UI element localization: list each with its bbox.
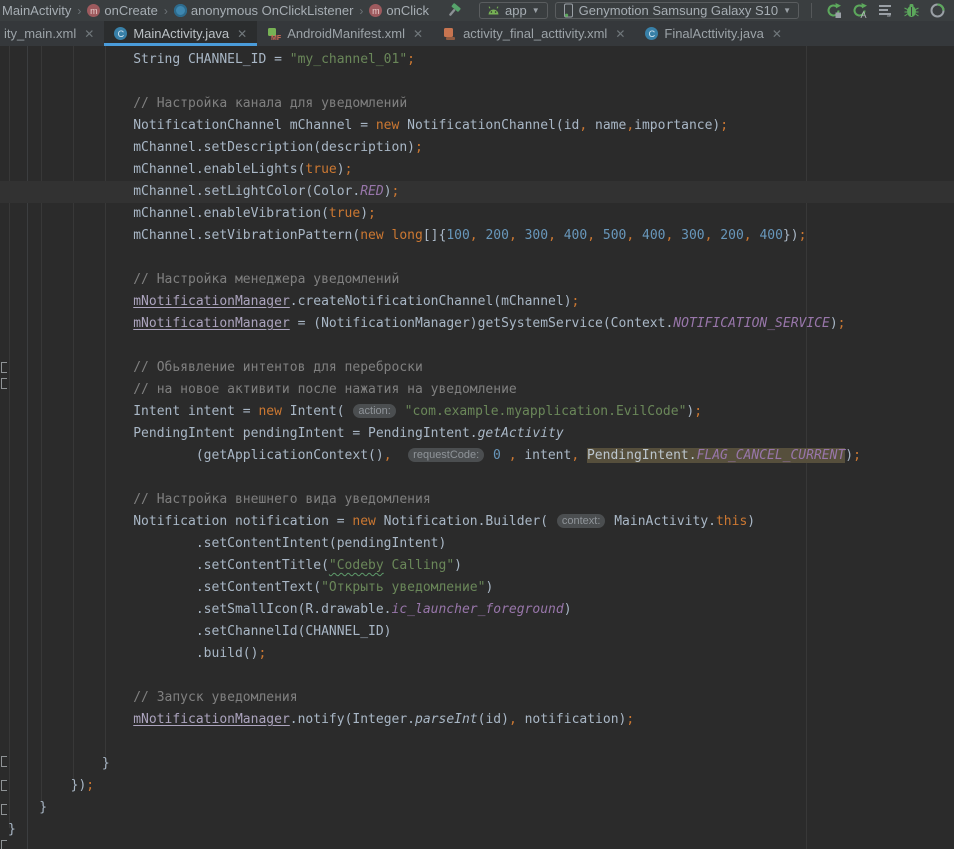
code-line: mNotificationManager.createNotificationC… bbox=[0, 291, 954, 313]
breadcrumb-item-oncreate[interactable]: m onCreate bbox=[85, 3, 159, 18]
breadcrumb-label: onCreate bbox=[104, 3, 157, 18]
build-hammer-icon[interactable] bbox=[445, 2, 463, 20]
code-line bbox=[0, 71, 954, 93]
breadcrumb-separator-icon: › bbox=[164, 4, 168, 18]
code-line: .setContentText("Открыть уведомление") bbox=[0, 577, 954, 599]
chevron-down-icon: ▼ bbox=[532, 6, 540, 15]
code-line bbox=[0, 247, 954, 269]
code-line: Notification notification = new Notifica… bbox=[0, 511, 954, 533]
breadcrumb-separator-icon: › bbox=[77, 4, 81, 18]
code-line: .build(); bbox=[0, 643, 954, 665]
profiler-icon[interactable] bbox=[928, 2, 946, 20]
code-line bbox=[0, 731, 954, 753]
apply-changes-icon[interactable] bbox=[824, 2, 842, 20]
tab-label: AndroidManifest.xml bbox=[287, 26, 405, 41]
layout-xml-file-icon bbox=[443, 27, 457, 41]
module-selector[interactable]: app ▼ bbox=[479, 2, 548, 19]
code-line: String CHANNEL_ID = "my_channel_01"; bbox=[0, 49, 954, 71]
tab-finalacttivity-java[interactable]: C FinalActtivity.java ✕ bbox=[635, 21, 792, 46]
tab-label: MainActivity.java bbox=[133, 26, 229, 41]
tab-androidmanifest-xml[interactable]: MF AndroidManifest.xml ✕ bbox=[257, 21, 433, 46]
breadcrumb-label: onClick bbox=[386, 3, 429, 18]
breadcrumb-item-anonymous-class[interactable]: anonymous OnClickListener bbox=[172, 3, 356, 18]
code-line: mChannel.enableLights(true); bbox=[0, 159, 954, 181]
debug-icon[interactable] bbox=[902, 2, 920, 20]
close-icon[interactable]: ✕ bbox=[237, 27, 247, 41]
code-line bbox=[0, 665, 954, 687]
code-line: } bbox=[0, 753, 954, 775]
breadcrumb-label: anonymous OnClickListener bbox=[191, 3, 354, 18]
code-line: Intent intent = new Intent( action: "com… bbox=[0, 401, 954, 423]
svg-text:A: A bbox=[860, 10, 866, 19]
breadcrumb-label: MainActivity bbox=[2, 3, 71, 18]
breadcrumb-item-onclick[interactable]: m onClick bbox=[367, 3, 431, 18]
main-toolbar: MainActivity › m onCreate › anonymous On… bbox=[0, 0, 954, 21]
svg-text:MF: MF bbox=[271, 35, 281, 41]
close-icon[interactable]: ✕ bbox=[615, 27, 625, 41]
code-line: .setContentTitle("Codeby Calling") bbox=[0, 555, 954, 577]
tab-label: activity_final_acttivity.xml bbox=[463, 26, 607, 41]
code-editor[interactable]: String CHANNEL_ID = "my_channel_01"; // … bbox=[0, 46, 954, 849]
code-line: NotificationChannel mChannel = new Notif… bbox=[0, 115, 954, 137]
code-line: .setChannelId(CHANNEL_ID) bbox=[0, 621, 954, 643]
device-selector-label: Genymotion Samsung Galaxy S10 bbox=[579, 3, 778, 18]
code-line: mNotificationManager.notify(Integer.pars… bbox=[0, 709, 954, 731]
code-line: // Обьявление интентов для переброски bbox=[0, 357, 954, 379]
code-line: PendingIntent pendingIntent = PendingInt… bbox=[0, 423, 954, 445]
method-icon: m bbox=[369, 4, 382, 17]
anonymous-class-icon bbox=[174, 4, 187, 17]
code-line: } bbox=[0, 819, 954, 841]
tab-label: FinalActtivity.java bbox=[664, 26, 763, 41]
tab-activity-main-xml[interactable]: ity_main.xml ✕ bbox=[0, 21, 104, 46]
close-icon[interactable]: ✕ bbox=[772, 27, 782, 41]
code-line: // на новое активити после нажатия на ув… bbox=[0, 379, 954, 401]
code-line: .setContentIntent(pendingIntent) bbox=[0, 533, 954, 555]
tab-mainactivity-java[interactable]: C MainActivity.java ✕ bbox=[104, 21, 257, 46]
breadcrumb-separator-icon: › bbox=[359, 4, 363, 18]
close-icon[interactable]: ✕ bbox=[413, 27, 423, 41]
toolbar-divider bbox=[811, 3, 812, 18]
code-line: mNotificationManager = (NotificationMana… bbox=[0, 313, 954, 335]
java-class-icon: C bbox=[114, 27, 127, 40]
code-line: // Запуск уведомления bbox=[0, 687, 954, 709]
code-line bbox=[0, 467, 954, 489]
code-line: // Настройка менеджера уведомлений bbox=[0, 269, 954, 291]
code-line: mChannel.setDescription(description); bbox=[0, 137, 954, 159]
device-selector[interactable]: Genymotion Samsung Galaxy S10 ▼ bbox=[555, 2, 799, 19]
code-line: // Настройка канала для уведомлений bbox=[0, 93, 954, 115]
android-icon bbox=[487, 6, 500, 15]
code-text: String CHANNEL_ID = "my_channel_01"; // … bbox=[0, 49, 954, 841]
code-line: (getApplicationContext(), requestCode: 0… bbox=[0, 445, 954, 467]
breadcrumb: MainActivity › m onCreate › anonymous On… bbox=[0, 3, 431, 18]
phone-icon bbox=[563, 3, 574, 18]
tab-activity-final-acttivity-xml[interactable]: activity_final_acttivity.xml ✕ bbox=[433, 21, 635, 46]
fold-marker[interactable] bbox=[1, 840, 7, 849]
tab-label: ity_main.xml bbox=[4, 26, 76, 41]
code-line: mChannel.setLightColor(Color.RED); bbox=[0, 181, 954, 203]
breadcrumb-item-class[interactable]: MainActivity bbox=[0, 3, 73, 18]
code-line: }); bbox=[0, 775, 954, 797]
code-line: mChannel.setVibrationPattern(new long[]{… bbox=[0, 225, 954, 247]
chevron-down-icon: ▼ bbox=[783, 6, 791, 15]
editor-tab-bar: ity_main.xml ✕ C MainActivity.java ✕ MF … bbox=[0, 21, 954, 46]
close-icon[interactable]: ✕ bbox=[84, 27, 94, 41]
method-icon: m bbox=[87, 4, 100, 17]
apply-code-changes-icon[interactable]: A bbox=[850, 2, 868, 20]
code-line bbox=[0, 335, 954, 357]
manifest-file-icon: MF bbox=[267, 27, 281, 41]
code-line: } bbox=[0, 797, 954, 819]
code-line: // Настройка внешнего вида уведомления bbox=[0, 489, 954, 511]
java-class-icon: C bbox=[645, 27, 658, 40]
run-tasks-icon[interactable] bbox=[876, 2, 894, 20]
code-line: mChannel.enableVibration(true); bbox=[0, 203, 954, 225]
module-selector-label: app bbox=[505, 3, 527, 18]
code-line: .setSmallIcon(R.drawable.ic_launcher_for… bbox=[0, 599, 954, 621]
